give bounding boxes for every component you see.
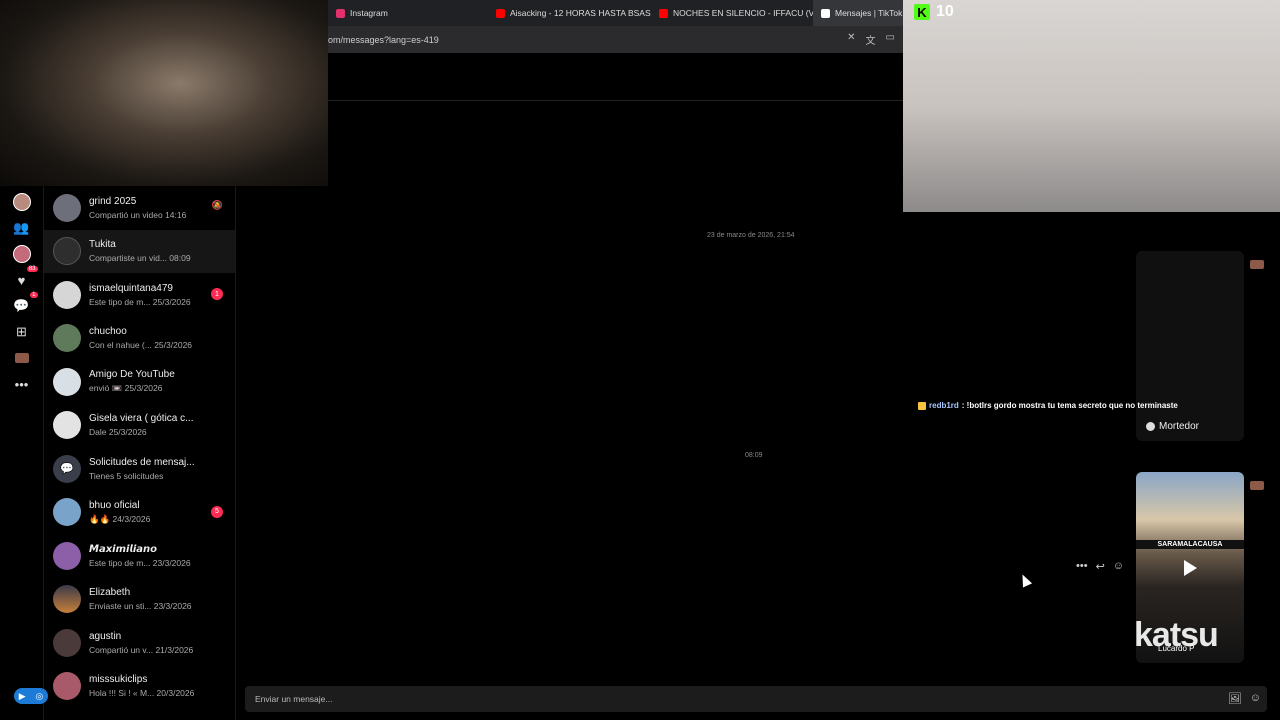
avatar: [53, 541, 81, 570]
video-caption: SARAMALACAUSA: [1136, 540, 1244, 549]
avatar: [53, 498, 81, 527]
conversation-item[interactable]: Elizabeth Enviaste un sti... 23/3/2026: [44, 578, 235, 622]
chat-header: [328, 53, 903, 101]
time-timestamp: 08:09: [745, 452, 763, 459]
conversation-item[interactable]: 𝙈𝙖𝙭𝙞𝙢𝙞𝙡𝙞𝙖𝙣𝙤 Este tipo de m... 23/3/2026: [44, 534, 235, 578]
kick-logo-icon: K: [914, 4, 930, 20]
conversation-item[interactable]: Gisela viera ( gótica c... Dale 25/3/2026: [44, 404, 235, 448]
webcam-left: [0, 0, 328, 186]
image-icon[interactable]: 🖼: [1228, 692, 1242, 705]
translate-icon[interactable]: 文: [866, 32, 876, 47]
shared-video-card-empty[interactable]: [1136, 251, 1244, 441]
conversation-item[interactable]: chuchoo Con el nahue (... 25/3/2026: [44, 317, 235, 361]
upload-icon[interactable]: ⊞: [12, 322, 32, 342]
muted-bell-icon: 🔕: [211, 200, 223, 210]
avatar: [53, 237, 81, 266]
icon-rail: 👥 ♥ 83 💬 1 ⊞ ••• ▶ ◎: [0, 186, 48, 720]
live-avatar-icon[interactable]: [12, 244, 32, 264]
requests-icon: 💬: [53, 454, 81, 483]
react-icon[interactable]: ☺: [1113, 560, 1124, 573]
viewer-count: 10: [936, 3, 954, 20]
extension-icon-2: ◎: [35, 690, 44, 701]
tab-youtube-1[interactable]: Aisacking - 12 HORAS HASTA BSAS (: [488, 0, 651, 26]
sender-avatar: [1250, 481, 1264, 490]
tab-instagram[interactable]: Instagram: [328, 0, 488, 26]
avatar: [53, 280, 81, 309]
address-bar[interactable]: om/messages?lang=es-419 ✕ 文 ▭: [328, 26, 903, 53]
unread-badge: 1: [211, 288, 223, 300]
url-text: om/messages?lang=es-419: [328, 34, 439, 45]
date-timestamp: 23 de marzo de 2026, 21:54: [707, 232, 795, 239]
user-icon: [1146, 422, 1155, 431]
conversation-list: grind 2025 Compartió un video 14:16 🔕 Tuk…: [44, 186, 236, 720]
conversation-item[interactable]: grind 2025 Compartió un video 14:16 🔕: [44, 186, 235, 230]
avatar: [53, 193, 81, 222]
browser-tab-bar: Instagram Aisacking - 12 HORAS HASTA BSA…: [328, 0, 903, 26]
shared-video-card[interactable]: SARAMALACAUSA katsu Lucardo P: [1136, 472, 1244, 663]
youtube-icon: [496, 8, 505, 18]
conversation-item[interactable]: agustin Compartió un v... 21/3/2026: [44, 621, 235, 665]
mute-icon[interactable]: ✕: [847, 32, 855, 47]
more-icon[interactable]: •••: [12, 374, 32, 394]
more-options-icon[interactable]: •••: [1076, 560, 1088, 573]
message-input[interactable]: [255, 694, 1155, 704]
message-requests-item[interactable]: 💬 Solicitudes de mensaj... Tienes 5 solic…: [44, 447, 235, 491]
conversation-item[interactable]: bhuo oficial 🔥🔥 24/3/2026 5: [44, 491, 235, 535]
conversation-item[interactable]: ismaelquintana479 Este tipo de m... 25/3/…: [44, 273, 235, 317]
reply-icon[interactable]: ↩: [1096, 560, 1105, 573]
avatar: [53, 628, 81, 657]
message-input-bar: 🖼 ☺: [245, 686, 1267, 712]
avatar: [53, 585, 81, 614]
extension-icon: ▶: [18, 690, 26, 701]
play-icon[interactable]: [1184, 560, 1197, 576]
avatar: [53, 672, 81, 701]
stream-chat-message: redb1rd : !botlrs gordo mostra tu tema s…: [918, 401, 1178, 410]
cast-icon[interactable]: ▭: [886, 32, 895, 47]
unread-badge: 5: [211, 505, 223, 518]
shared-card-user[interactable]: Mortedor: [1146, 421, 1199, 432]
emoji-icon[interactable]: ☺: [1250, 692, 1261, 705]
youtube-icon: [659, 8, 668, 18]
activity-icon[interactable]: ♥ 83: [12, 266, 38, 290]
instagram-icon: [336, 8, 345, 18]
tab-tiktok-messages[interactable]: Mensajes | TikTok: [813, 0, 903, 26]
tiktok-icon: [821, 8, 830, 18]
avatar: [53, 324, 81, 353]
kick-viewer-badge: K 10: [914, 3, 954, 21]
tab-youtube-2[interactable]: NOCHES EN SILENCIO - IFFACU (Vid: [651, 0, 813, 26]
mouse-cursor-icon: [1017, 572, 1033, 588]
friends-icon[interactable]: 👥: [12, 218, 32, 238]
sender-avatar: [1250, 260, 1264, 269]
account-avatar-icon[interactable]: [12, 348, 32, 368]
message-actions: ••• ↩ ☺: [1076, 560, 1124, 573]
conversation-item[interactable]: misssukiclips Hola !!! Si ! « M... 20/3/2…: [44, 665, 235, 709]
avatar: [53, 411, 81, 440]
extension-toggle[interactable]: ▶ ◎: [14, 688, 48, 704]
avatar: [53, 367, 81, 396]
chat-badge-icon: [918, 401, 926, 410]
video-author: Lucardo P: [1158, 644, 1195, 653]
conversation-item[interactable]: Amigo De YouTube envió 📼 25/3/2026: [44, 360, 235, 404]
webcam-right: [903, 0, 1280, 212]
profile-avatar-icon[interactable]: [12, 192, 32, 212]
messages-icon[interactable]: 💬 1: [12, 292, 38, 316]
conversation-item-selected[interactable]: Tukita Compartiste un vid... 08:09: [44, 229, 235, 273]
